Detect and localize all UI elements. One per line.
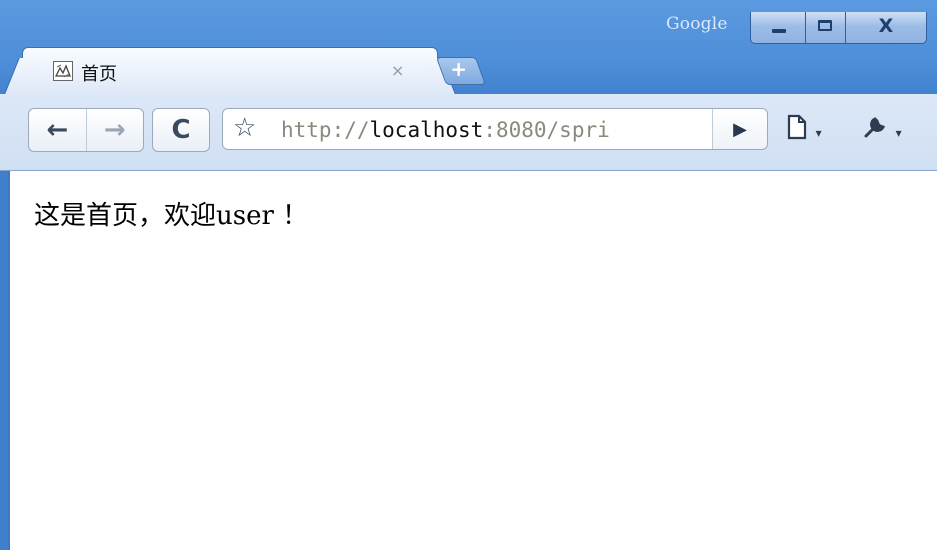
arrow-right-icon: → [103, 115, 126, 145]
close-icon: X [878, 15, 894, 37]
plus-icon: + [450, 57, 468, 81]
play-icon: ▶ [733, 118, 747, 140]
page-favicon-icon [53, 61, 73, 81]
url-path: :8080/spri [483, 118, 610, 142]
star-icon[interactable]: ☆ [233, 113, 256, 143]
toolbar: ← → C ☆ http://localhost:8080/spri ▶ ▾ ▾ [0, 94, 937, 171]
close-window-button[interactable]: X [846, 12, 927, 44]
browser-window: Google X 首页 × + ← → C ☆ http://localhost… [0, 0, 937, 550]
tab-home[interactable]: 首页 × [22, 47, 438, 96]
tab-close-button[interactable]: × [391, 61, 404, 80]
back-button[interactable]: ← [29, 109, 87, 151]
url-field[interactable]: http://localhost:8080/spri [281, 118, 709, 142]
go-button[interactable]: ▶ [712, 109, 767, 149]
tools-menu-button[interactable]: ▾ [862, 114, 902, 146]
maximize-button[interactable] [806, 12, 846, 44]
tab-title: 首页 [81, 64, 117, 85]
reload-icon: C [171, 115, 191, 145]
page-menu-button[interactable]: ▾ [786, 114, 822, 146]
maximize-icon [818, 20, 832, 31]
url-scheme: http:// [281, 118, 370, 142]
page-content: 这是首页，欢迎user ！ [8, 171, 937, 550]
window-controls: X [750, 12, 927, 44]
arrow-left-icon: ← [46, 115, 69, 145]
google-brand-label: Google [666, 14, 728, 34]
chevron-down-icon: ▾ [895, 126, 902, 140]
navigation-buttons: ← → [28, 108, 144, 152]
reload-button[interactable]: C [152, 108, 210, 152]
page-icon [786, 114, 816, 146]
minimize-icon [772, 29, 786, 33]
url-host: localhost [369, 118, 484, 142]
wrench-icon [862, 117, 896, 146]
forward-button[interactable]: → [87, 109, 144, 151]
minimize-button[interactable] [750, 12, 806, 44]
address-bar[interactable]: ☆ http://localhost:8080/spri ▶ [222, 108, 768, 150]
welcome-message: 这是首页，欢迎user ！ [34, 201, 309, 231]
chevron-down-icon: ▾ [815, 126, 822, 140]
